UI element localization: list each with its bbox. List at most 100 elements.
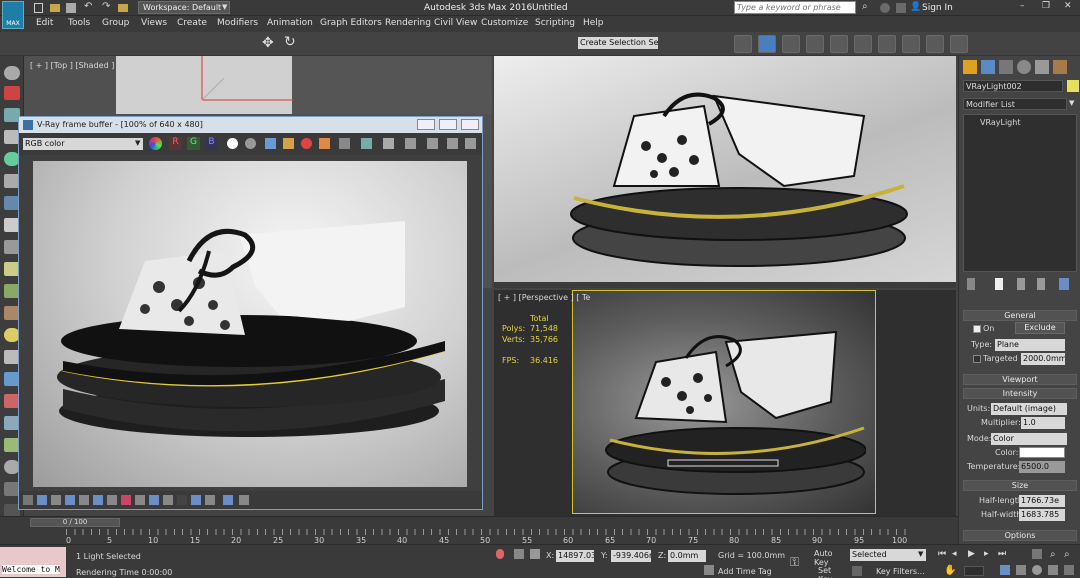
rollout-viewport[interactable]: Viewport <box>963 374 1077 385</box>
vray-bottom-icon-8[interactable] <box>121 495 131 505</box>
modifier-list-chevron-icon[interactable]: ▼ <box>1069 99 1074 107</box>
display-tab-icon[interactable] <box>1035 60 1049 74</box>
vray-alpha-icon[interactable] <box>227 138 238 149</box>
half-length-field[interactable]: 1766.73e <box>1019 495 1065 507</box>
make-unique-icon[interactable] <box>1017 278 1025 290</box>
next-frame-icon[interactable]: ▸ <box>984 549 989 559</box>
layer-manager-icon[interactable] <box>758 35 776 53</box>
remove-modifier-icon[interactable] <box>1037 278 1045 290</box>
zoom-extents-icon[interactable] <box>1000 565 1010 575</box>
vray-stamp-icon[interactable] <box>447 138 458 149</box>
selection-set-dropdown[interactable]: Create Selection Se <box>578 37 658 49</box>
vray-link-icon[interactable] <box>361 138 372 149</box>
y-coord-field[interactable]: -939.406m <box>611 550 651 562</box>
maxscript-listener[interactable]: Welcome to M <box>0 547 66 577</box>
material-editor-icon[interactable] <box>830 35 848 53</box>
vray-channel-chevron-icon[interactable]: ▼ <box>135 139 140 147</box>
vray-render-icon[interactable] <box>383 138 394 149</box>
vray-bottom-icon-7[interactable] <box>107 495 117 505</box>
vray-bottom-icon-3[interactable] <box>51 495 61 505</box>
add-time-tag[interactable]: Add Time Tag <box>718 567 772 576</box>
key-mode-icon[interactable] <box>852 566 862 576</box>
project-folder-icon[interactable] <box>118 4 128 12</box>
curve-editor-icon[interactable] <box>782 35 800 53</box>
eye-icon[interactable] <box>4 66 20 80</box>
exclude-button[interactable]: Exclude <box>1015 322 1065 334</box>
help-icon[interactable] <box>880 3 890 13</box>
targeted-checkbox[interactable] <box>973 355 981 363</box>
vray-bottom-icon-10[interactable] <box>149 495 159 505</box>
rotate-icon[interactable]: ↻ <box>284 34 296 50</box>
color-swatch[interactable] <box>1019 447 1065 458</box>
menu-modifiers[interactable]: Modifiers <box>217 18 258 28</box>
app-logo[interactable]: MAX <box>2 1 24 29</box>
vray-bottom-icon-14[interactable] <box>205 495 215 505</box>
menu-rendering[interactable]: Rendering <box>385 18 431 28</box>
modifier-stack[interactable]: VRayLight <box>963 114 1077 272</box>
close-window-icon[interactable]: ✕ <box>1064 1 1072 11</box>
quick-new-icon[interactable] <box>34 3 43 13</box>
selected-set-chevron-icon[interactable]: ▼ <box>918 550 923 558</box>
minimize-window-icon[interactable]: – <box>1020 1 1025 11</box>
vray-color-correction-icon[interactable] <box>149 137 162 150</box>
vray-bottom-icon-13[interactable] <box>191 495 201 505</box>
vray-bottom-icon-5[interactable] <box>79 495 89 505</box>
maximize-viewport-icon[interactable] <box>1064 565 1074 575</box>
z-coord-field[interactable]: 0.0mm <box>668 550 706 562</box>
viewport-sketch-render[interactable] <box>494 56 956 288</box>
type-dropdown[interactable]: Plane <box>995 339 1065 351</box>
zoom-icon[interactable]: ⌕ <box>1050 549 1056 560</box>
prev-frame-icon[interactable]: ◂ <box>952 549 957 559</box>
vray-minimize-icon[interactable] <box>417 119 435 130</box>
vray-save-icon[interactable] <box>265 138 276 149</box>
communication-icon[interactable] <box>896 3 906 13</box>
menu-tools[interactable]: Tools <box>68 18 90 28</box>
menu-graph-editors[interactable]: Graph Editors <box>320 18 382 28</box>
pin-stack-icon[interactable] <box>967 278 975 290</box>
selection-lock-icon[interactable] <box>514 549 524 559</box>
scene-explorer-icon[interactable] <box>4 86 20 100</box>
vray-red-channel-button[interactable]: R <box>169 137 182 150</box>
mode-dropdown[interactable]: Color <box>991 433 1067 445</box>
set-key-button[interactable]: Set Key <box>818 566 848 578</box>
half-width-field[interactable]: 1683.785 <box>1019 509 1065 521</box>
rendered-frame-window-icon[interactable] <box>902 35 920 53</box>
rollout-options[interactable]: Options <box>963 530 1077 541</box>
search-icon[interactable]: ⌕ <box>862 1 868 12</box>
auto-key-button[interactable]: Auto Key <box>814 549 848 567</box>
vray-bottom-icon-16[interactable] <box>239 495 249 505</box>
vray-frame-buffer-window[interactable]: V-Ray frame buffer - [100% of 640 x 480]… <box>18 116 483 510</box>
vray-settings-icon[interactable] <box>465 138 476 149</box>
multiplier-field[interactable]: 1.0 <box>1021 417 1065 429</box>
quick-open-icon[interactable] <box>50 4 60 12</box>
vray-bottom-icon-1[interactable] <box>23 495 33 505</box>
move-icon[interactable]: ✥ <box>262 35 274 51</box>
configure-sets-icon[interactable] <box>1059 278 1069 290</box>
frame-counter-icon[interactable] <box>964 566 984 576</box>
vray-clear-icon[interactable] <box>301 138 312 149</box>
viewport-top-label[interactable]: [ + ] [Top ] [Shaded ] <box>30 61 114 70</box>
workspace-dropdown[interactable]: Workspace: Default <box>138 1 230 14</box>
hierarchy-tab-icon[interactable] <box>999 60 1013 74</box>
vray-maximize-icon[interactable] <box>439 119 457 130</box>
on-checkbox[interactable] <box>973 325 981 333</box>
temperature-field[interactable]: 6500.0 <box>1019 461 1065 473</box>
undo-icon[interactable]: ↶ <box>84 1 92 12</box>
show-end-result-icon[interactable] <box>995 278 1003 290</box>
vray-bottom-icon-6[interactable] <box>93 495 103 505</box>
transform-mode-icon[interactable] <box>530 549 540 559</box>
menu-views[interactable]: Views <box>141 18 167 28</box>
vray-bottom-icon-12[interactable] <box>177 495 187 505</box>
schematic-view-icon[interactable] <box>806 35 824 53</box>
quick-save-icon[interactable] <box>66 3 76 13</box>
render-production-icon[interactable] <box>926 35 944 53</box>
units-dropdown[interactable]: Default (image) <box>991 403 1067 415</box>
object-color-swatch[interactable] <box>1067 80 1079 92</box>
menu-group[interactable]: Group <box>102 18 129 28</box>
isolate-icon[interactable] <box>496 549 504 559</box>
rollout-size[interactable]: Size <box>963 480 1077 491</box>
vray-close-icon[interactable] <box>461 119 479 130</box>
go-to-start-icon[interactable]: ⏮ <box>938 549 946 559</box>
pan-icon[interactable]: ✋ <box>944 565 956 576</box>
vray-blue-channel-button[interactable]: B <box>205 137 218 150</box>
